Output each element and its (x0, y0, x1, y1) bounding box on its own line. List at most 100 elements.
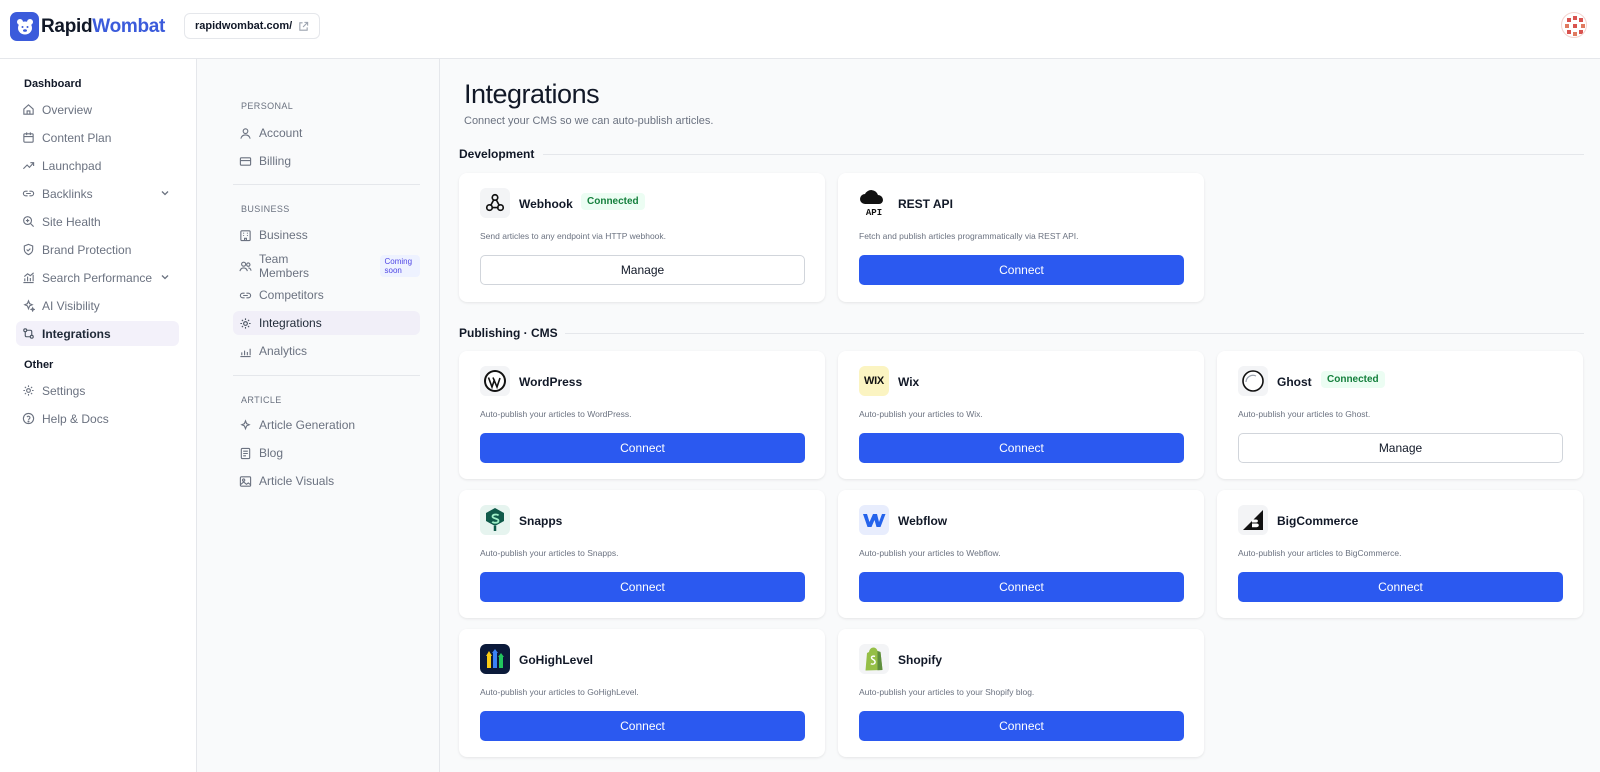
users-icon (239, 261, 252, 271)
sidebar-item-site-health[interactable]: Site Health (16, 209, 179, 234)
rest-api-logo-text: API (866, 208, 882, 218)
settings-item-team-members[interactable]: Team Members Coming soon (233, 252, 420, 280)
main-sidebar: Dashboard Overview Content Plan Launchpa… (0, 59, 197, 772)
integration-name: GoHighLevel (519, 653, 594, 667)
settings-item-article-visuals[interactable]: Article Visuals (233, 469, 420, 493)
webflow-icon (859, 505, 889, 535)
integration-card-webflow: Webflow Auto-publish your articles to We… (838, 490, 1204, 618)
integration-card-snapps: Snapps Auto-publish your articles to Sna… (459, 490, 825, 618)
sidebar-item-label: Help & Docs (42, 411, 109, 426)
settings-item-analytics[interactable]: Analytics (233, 339, 420, 363)
settings-item-label: Analytics (259, 344, 308, 358)
integration-description: Auto-publish your articles to Webflow. (859, 548, 1001, 558)
external-link-icon (299, 21, 309, 31)
settings-section-personal: PERSONAL (241, 101, 294, 111)
settings-item-label: Article Visuals (259, 474, 335, 488)
link-icon (239, 292, 252, 298)
connect-wordpress-button[interactable]: Connect (480, 433, 805, 463)
chevron-down-icon[interactable] (159, 187, 171, 199)
logo-text-rapid: Rapid (41, 15, 93, 37)
wordpress-icon (480, 366, 510, 396)
bigcommerce-icon (1238, 505, 1268, 535)
integration-name: Ghost (1277, 375, 1312, 389)
user-avatar[interactable] (1561, 12, 1587, 38)
manage-ghost-button[interactable]: Manage (1238, 433, 1563, 463)
wix-icon: WIX (859, 366, 889, 396)
integration-card-bigcommerce: BigCommerce Auto-publish your articles t… (1217, 490, 1583, 618)
chart-icon (23, 272, 34, 284)
settings-item-article-generation[interactable]: Article Generation (233, 413, 420, 437)
connect-snapps-button[interactable]: Connect (480, 572, 805, 602)
integration-name: REST API (898, 197, 953, 211)
manage-webhook-button[interactable]: Manage (480, 255, 805, 285)
integration-description: Auto-publish your articles to Ghost. (1238, 409, 1371, 419)
wombat-logo-icon (10, 12, 39, 41)
sidebar-item-content-plan[interactable]: Content Plan (16, 125, 179, 150)
gear-icon (23, 385, 34, 396)
settings-item-label: Integrations (259, 316, 322, 330)
integration-card-wordpress: WordPress Auto-publish your articles to … (459, 351, 825, 479)
connect-shopify-button[interactable]: Connect (859, 711, 1184, 741)
connected-badge: Connected (1321, 371, 1385, 388)
snapps-icon (480, 505, 510, 535)
settings-item-label: Billing (259, 154, 292, 168)
sidebar-item-brand-protection[interactable]: Brand Protection (16, 237, 179, 262)
page-title: Integrations (464, 79, 600, 109)
chart-icon (240, 348, 251, 357)
chevron-down-icon[interactable] (159, 271, 171, 283)
integration-card-webhook: Webhook Connected Send articles to any e… (459, 173, 825, 302)
sidebar-item-integrations[interactable]: Integrations (16, 321, 179, 346)
integration-card-ghost: Ghost Connected Auto-publish your articl… (1217, 351, 1583, 479)
section-development: Development (459, 147, 535, 161)
building-icon (240, 229, 251, 241)
connect-webflow-button[interactable]: Connect (859, 572, 1184, 602)
document-icon (240, 447, 251, 459)
app-logo[interactable]: RapidWombat (10, 12, 165, 41)
settings-item-label: Business (259, 228, 308, 242)
sidebar-item-label: Backlinks (42, 186, 93, 201)
sidebar-item-search-performance[interactable]: Search Performance (16, 265, 179, 290)
cloud-api-icon: API (859, 188, 889, 218)
sidebar-section-other: Other (24, 359, 54, 371)
wix-logo-text: WIX (864, 375, 884, 387)
integration-card-gohighlevel: GoHighLevel Auto-publish your articles t… (459, 629, 825, 757)
settings-item-account[interactable]: Account (233, 121, 420, 145)
integrations-icon (23, 328, 34, 339)
link-icon (22, 190, 35, 197)
sidebar-item-settings[interactable]: Settings (16, 378, 179, 403)
coming-soon-badge: Coming soon (379, 255, 420, 277)
integration-card-wix: WIX Wix Auto-publish your articles to Wi… (838, 351, 1204, 479)
top-header: RapidWombat rapidwombat.com/ (0, 0, 1600, 59)
image-icon (239, 475, 252, 487)
gear-icon (240, 317, 251, 329)
connect-bigcommerce-button[interactable]: Connect (1238, 572, 1563, 602)
integration-name: Snapps (519, 514, 563, 528)
integration-description: Auto-publish your articles to your Shopi… (859, 687, 1035, 697)
connect-rest-api-button[interactable]: Connect (859, 255, 1184, 285)
settings-item-label: Article Generation (259, 418, 356, 432)
sidebar-item-ai-visibility[interactable]: AI Visibility (16, 293, 179, 318)
sidebar-item-launchpad[interactable]: Launchpad (16, 153, 179, 178)
domain-link[interactable]: rapidwombat.com/ (184, 13, 321, 39)
connected-badge: Connected (581, 193, 645, 210)
settings-item-business[interactable]: Business (233, 223, 420, 247)
home-icon (23, 104, 34, 115)
sidebar-item-label: AI Visibility (42, 298, 100, 313)
sidebar-item-help-docs[interactable]: Help & Docs (16, 406, 179, 431)
sidebar-item-label: Search Performance (42, 270, 153, 285)
sidebar-item-label: Content Plan (42, 130, 112, 145)
integration-description: Fetch and publish articles programmatica… (859, 231, 1079, 241)
settings-item-competitors[interactable]: Competitors (233, 283, 420, 307)
settings-item-blog[interactable]: Blog (233, 441, 420, 465)
connect-wix-button[interactable]: Connect (859, 433, 1184, 463)
sidebar-item-label: Site Health (42, 214, 101, 229)
sidebar-item-label: Overview (42, 102, 93, 117)
ghost-icon (1238, 366, 1268, 396)
settings-nav: PERSONAL Account Billing BUSINESS Busine… (198, 59, 440, 772)
settings-item-billing[interactable]: Billing (233, 149, 420, 173)
integration-name: WordPress (519, 375, 583, 389)
sidebar-item-overview[interactable]: Overview (16, 97, 179, 122)
sidebar-item-backlinks[interactable]: Backlinks (16, 181, 179, 206)
settings-item-integrations[interactable]: Integrations (233, 311, 420, 335)
connect-gohighlevel-button[interactable]: Connect (480, 711, 805, 741)
